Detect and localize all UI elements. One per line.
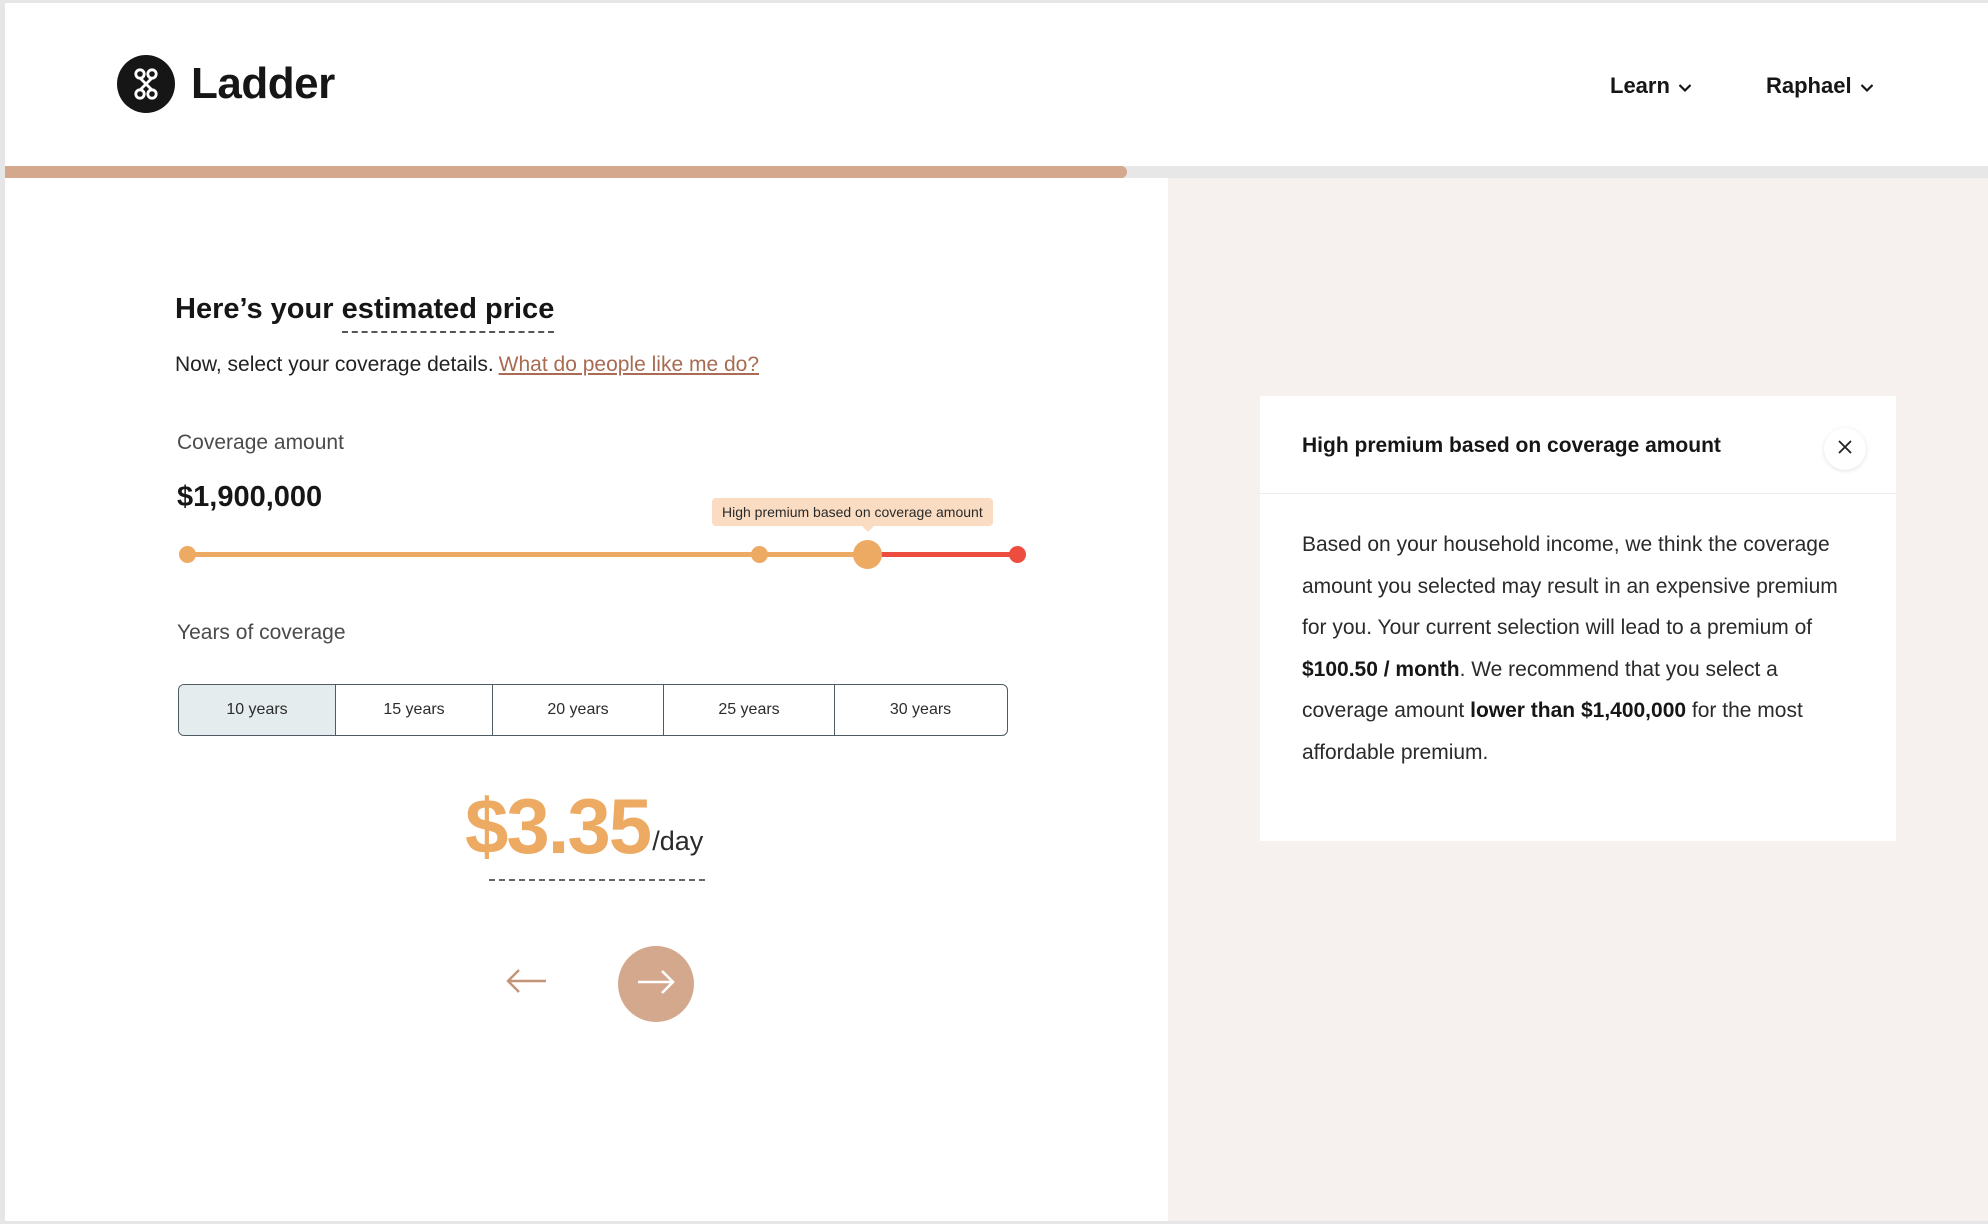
back-button[interactable] [501, 961, 551, 1005]
nav-learn[interactable]: Learn [1610, 73, 1692, 99]
coverage-value: $1,900,000 [177, 481, 323, 513]
tip-title: High premium based on coverage amount [1302, 434, 1721, 457]
close-button[interactable] [1824, 428, 1866, 470]
nav-learn-label: Learn [1610, 73, 1670, 98]
price-unit: /day [652, 826, 704, 856]
tip-card: High premium based on coverage amount Ba… [1260, 396, 1896, 841]
slider-max-dot [1008, 546, 1026, 563]
price-underline[interactable] [489, 879, 705, 881]
brand-logo[interactable]: Ladder [117, 55, 335, 113]
years-label: Years of coverage [177, 621, 346, 644]
price-amount: $3.35 [465, 782, 652, 870]
arrow-left-icon [504, 966, 548, 1001]
peer-choices-link[interactable]: What do people like me do? [499, 353, 759, 376]
tip-recommended-amount: lower than $1,400,000 [1470, 699, 1687, 722]
tip-text-1: Based on your household income, we think… [1302, 533, 1838, 639]
page-subtitle: Now, select your coverage details. What d… [175, 353, 759, 377]
years-option[interactable]: 30 years [835, 685, 1006, 735]
app-frame: Ladder Learn Raphael High premium based … [0, 0, 1988, 1224]
coverage-slider[interactable] [177, 539, 1027, 569]
years-option[interactable]: 20 years [493, 685, 664, 735]
next-button[interactable] [618, 946, 694, 1022]
tip-premium: $100.50 / month [1302, 657, 1460, 681]
brand-name: Ladder [191, 59, 335, 108]
chevron-down-icon [1678, 73, 1692, 99]
page-title-lead: Here’s your [175, 293, 334, 325]
slider-rail-warning [867, 552, 1017, 557]
arrow-right-icon [636, 968, 676, 1001]
progress-bar [5, 166, 1988, 178]
nav-user-label: Raphael [1766, 73, 1852, 98]
close-icon [1837, 439, 1853, 460]
price-display: $3.35 /day [465, 783, 703, 869]
ladder-logo-icon [117, 55, 175, 113]
header: Ladder Learn Raphael [5, 3, 1988, 166]
tip-header: High premium based on coverage amount [1260, 396, 1896, 494]
slider-min-dot [178, 546, 196, 563]
subtitle-text: Now, select your coverage details. [175, 353, 494, 376]
slider-thumb[interactable] [853, 540, 883, 569]
years-option[interactable]: 15 years [336, 685, 493, 735]
progress-fill [5, 166, 1128, 178]
slider-recommended-marker [751, 546, 769, 563]
coverage-warning-tooltip: High premium based on coverage amount [712, 498, 993, 532]
coverage-label: Coverage amount [177, 431, 344, 454]
chevron-down-icon [1860, 73, 1874, 99]
years-option[interactable]: 25 years [664, 685, 835, 735]
nav-user-menu[interactable]: Raphael [1766, 73, 1874, 99]
page-title: Here’s your estimated price [175, 293, 555, 333]
years-option[interactable]: 10 years [179, 685, 336, 735]
tip-body: Based on your household income, we think… [1302, 524, 1862, 773]
page-title-term[interactable]: estimated price [341, 293, 555, 333]
years-selector: 10 years 15 years 20 years 25 years 30 years [178, 684, 1008, 736]
